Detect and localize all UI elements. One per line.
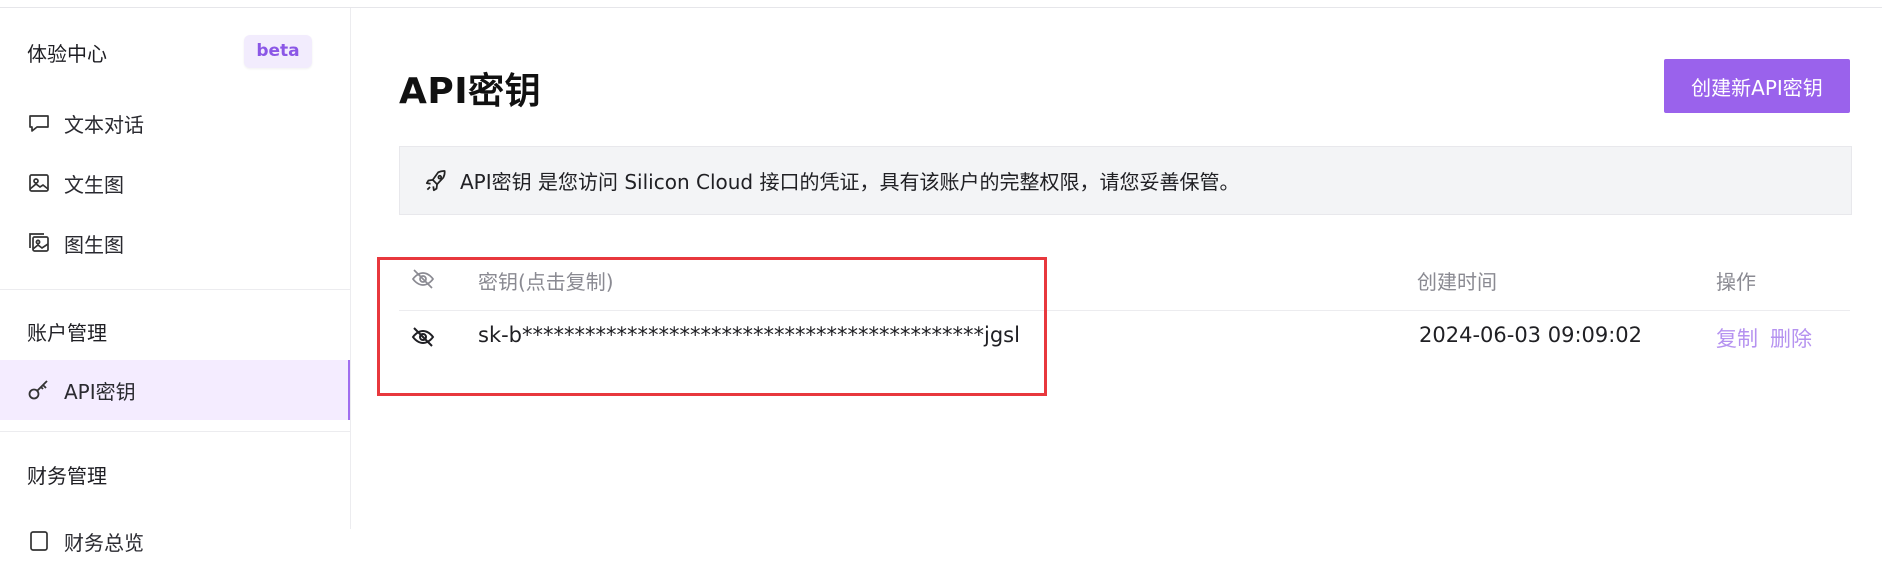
toggle-key-visibility-icon[interactable]	[410, 324, 436, 350]
sidebar-divider	[0, 289, 350, 290]
table-header-divider	[399, 310, 1850, 311]
sidebar-item-text-to-image[interactable]: 文生图	[0, 153, 350, 213]
copy-button[interactable]: 复制	[1716, 323, 1758, 353]
column-header-actions: 操作	[1716, 270, 1756, 294]
info-notice: API密钥 是您访问 Silicon Cloud 接口的凭证，具有该账户的完整权…	[399, 146, 1852, 215]
sidebar-divider	[0, 431, 350, 432]
page-title: API密钥	[399, 71, 542, 112]
notice-text: API密钥 是您访问 Silicon Cloud 接口的凭证，具有该账户的完整权…	[460, 170, 1240, 194]
key-icon	[27, 378, 51, 402]
section-account-title: 账户管理	[27, 321, 107, 345]
rocket-icon	[422, 167, 450, 195]
top-border	[0, 0, 1882, 8]
beta-badge: beta	[244, 35, 312, 68]
wallet-icon	[27, 529, 51, 553]
create-api-key-button[interactable]: 创建新API密钥	[1664, 59, 1850, 113]
sidebar-item-label: 文生图	[64, 172, 124, 197]
image-icon	[27, 171, 51, 195]
sidebar-item-label: API密钥	[64, 379, 136, 404]
sidebar-item-finance-overview[interactable]: 财务总览	[0, 511, 350, 571]
api-key-value[interactable]: sk-b************************************…	[478, 323, 1020, 347]
column-header-key: 密钥(点击复制)	[478, 270, 614, 294]
sidebar-item-label: 财务总览	[64, 530, 144, 555]
sidebar-item-image-to-image[interactable]: 图生图	[0, 213, 350, 273]
created-time: 2024-06-03 09:09:02	[1419, 323, 1643, 347]
delete-button[interactable]: 删除	[1770, 323, 1812, 353]
chat-bubble-icon	[27, 111, 51, 135]
image-stack-icon	[27, 231, 51, 255]
section-finance-title: 财务管理	[27, 464, 107, 488]
section-experience-title: 体验中心	[27, 42, 107, 66]
sidebar-item-label: 图生图	[64, 232, 124, 257]
sidebar-item-api-keys[interactable]: API密钥	[0, 360, 350, 420]
column-header-created: 创建时间	[1417, 270, 1497, 294]
sidebar-item-label: 文本对话	[64, 112, 144, 137]
sidebar-item-chat[interactable]: 文本对话	[0, 93, 350, 153]
sidebar: 体验中心 beta 文本对话 文生图 图生图 账户管理 API密钥 财务管理 财…	[0, 8, 351, 555]
toggle-all-visibility-icon[interactable]	[410, 266, 436, 292]
